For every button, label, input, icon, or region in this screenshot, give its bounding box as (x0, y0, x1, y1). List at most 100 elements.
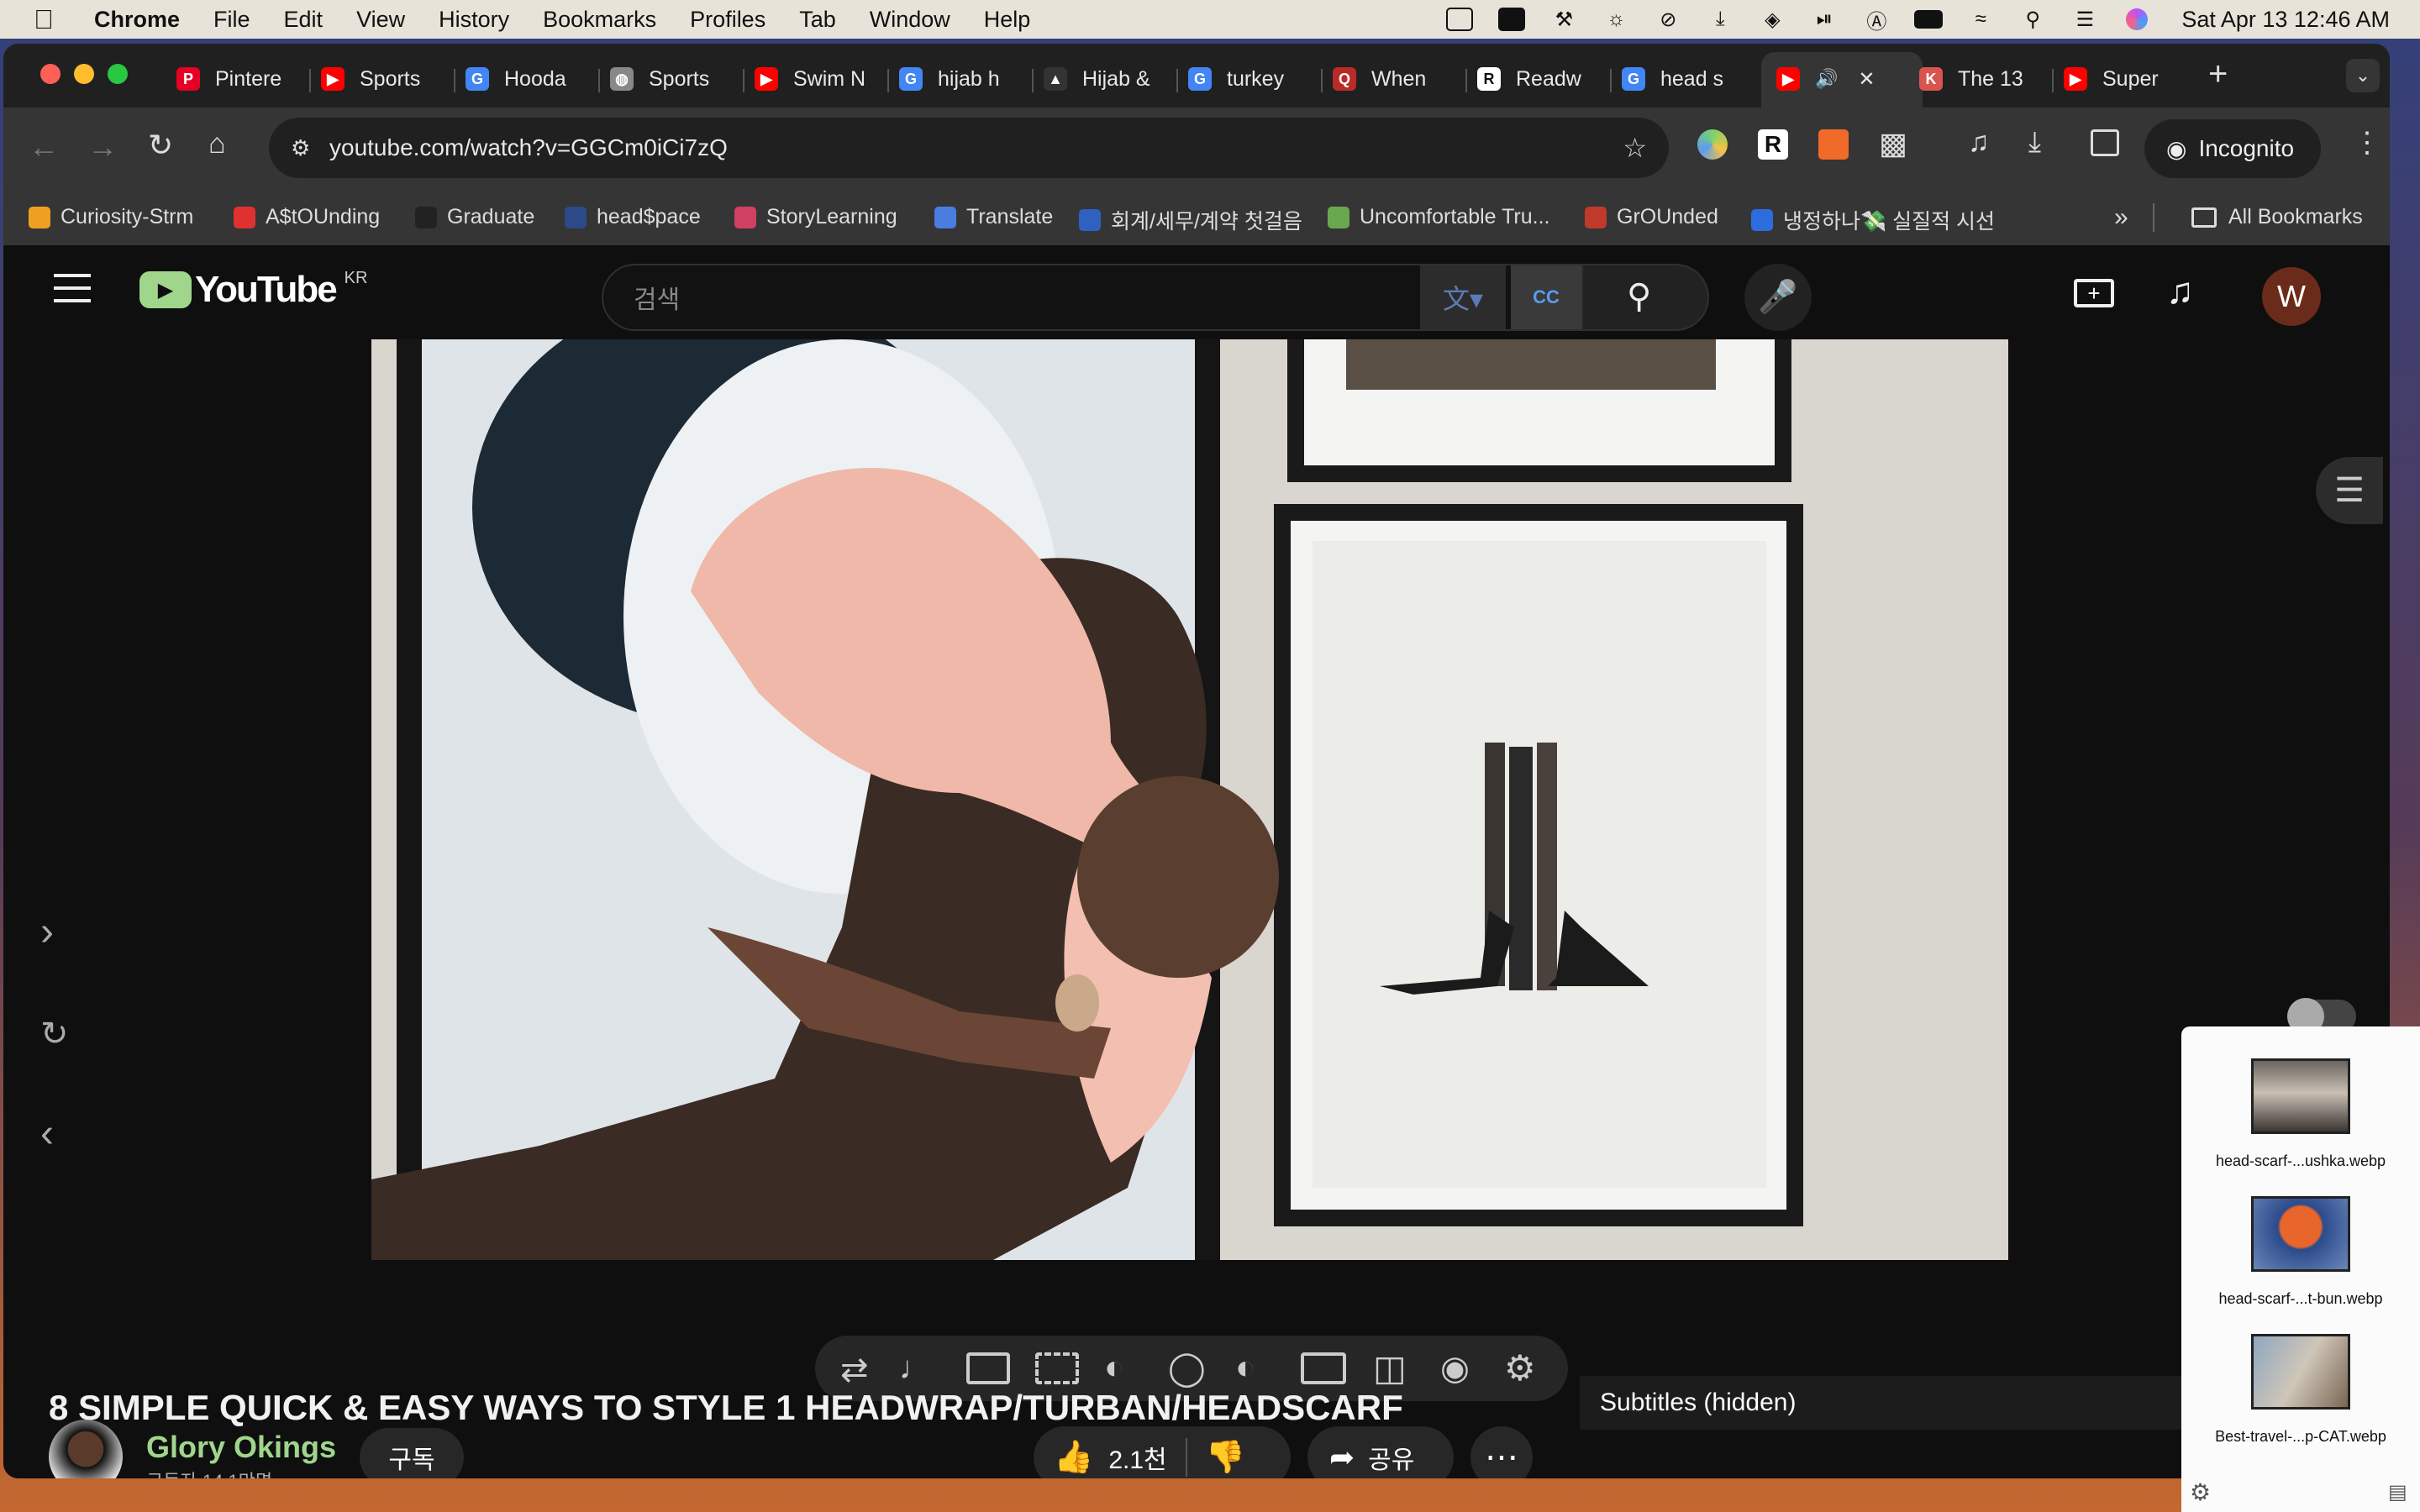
new-tab-icon[interactable]: + (2208, 55, 2228, 93)
browser-tab[interactable]: R Readw (1477, 57, 1595, 101)
download-item[interactable]: head-scarf-...t-bun.webp (2181, 1196, 2420, 1308)
settings-gear-icon[interactable]: ⚙ (1504, 1347, 1536, 1389)
menu-edit[interactable]: Edit (284, 7, 324, 33)
browser-tab[interactable]: Q When (1333, 57, 1450, 101)
bookmark-item[interactable]: head$pace (565, 205, 701, 229)
like-count[interactable]: 2.1천 (1108, 1439, 1166, 1476)
zoom-window-button[interactable] (108, 64, 128, 84)
menu-window[interactable]: Window (870, 7, 950, 33)
voice-search-icon[interactable]: 🎤 (1744, 264, 1812, 331)
chrome-menu-icon[interactable]: ⋮ (2353, 126, 2381, 160)
browser-tab[interactable]: G Hooda (466, 57, 583, 101)
chevron-right-icon[interactable]: › (40, 909, 54, 955)
media-control-icon[interactable]: ♫ (1968, 126, 1990, 159)
avatar[interactable]: W (2262, 267, 2321, 326)
all-bookmarks[interactable]: All Bookmarks (2191, 205, 2363, 229)
theater-mode-icon[interactable] (966, 1352, 1010, 1384)
screenshot-camera-icon[interactable]: ◉ (1440, 1349, 1470, 1388)
loop-icon[interactable]: ⇄ (840, 1351, 869, 1389)
forward-icon[interactable]: → (87, 129, 118, 165)
bookmark-item[interactable]: 회계/세무/계약 첫걸음 (1079, 205, 1302, 235)
address-bar[interactable]: ⚙ youtube.com/watch?v=GGCm0iCi7zQ ☆ (269, 118, 1669, 178)
refresh-icon[interactable]: ↻ (40, 1015, 69, 1053)
stack-options-gear-icon[interactable]: ⚙ (2190, 1478, 2211, 1506)
bookmark-star-icon[interactable]: ☆ (1623, 132, 1647, 164)
filter-icon[interactable]: ◐ (1104, 1349, 1124, 1387)
subtitles-status[interactable]: Subtitles (hidden) (1580, 1376, 2212, 1430)
home-icon[interactable]: ⌂ (208, 128, 226, 160)
menu-view[interactable]: View (356, 7, 405, 33)
extensions-puzzle-icon[interactable]: ▩ (1879, 126, 1907, 161)
share-button[interactable]: ➦ 공유 (1307, 1426, 1454, 1478)
play-circle-icon[interactable]: ⏯ (1810, 7, 1839, 32)
reload-icon[interactable]: ↻ (148, 128, 173, 163)
audio-boost-icon[interactable]: ♩ (899, 1351, 931, 1387)
browser-tab[interactable]: ▶ Super (2064, 57, 2181, 101)
brightness-icon[interactable]: ☼ (1602, 7, 1630, 32)
speed-icon[interactable]: ◯ (1168, 1349, 1206, 1388)
battery-icon[interactable] (1914, 7, 1944, 32)
siri-icon[interactable] (2123, 7, 2151, 32)
menu-history[interactable]: History (439, 7, 509, 33)
translate-extension-icon[interactable] (1818, 129, 1849, 160)
menubar-clock[interactable]: Sat Apr 13 12:46 AM (2181, 7, 2390, 33)
close-tab-icon[interactable]: ✕ (1858, 67, 1875, 92)
a-box-icon[interactable]: Ⓐ (1862, 7, 1891, 34)
cinema-mode-icon[interactable] (1035, 1352, 1079, 1384)
like-thumb-icon[interactable]: 👍 (1054, 1439, 1093, 1476)
readwise-extension-icon[interactable]: R (1758, 129, 1788, 160)
channel-avatar[interactable] (49, 1420, 123, 1478)
audio-playing-icon[interactable]: 🔊 (1815, 68, 1838, 90)
layers-icon[interactable]: ◈ (1758, 7, 1786, 32)
search-button[interactable]: ⚲ (1583, 264, 1709, 331)
bookmark-item[interactable]: Graduate (415, 205, 534, 229)
browser-tab[interactable]: ▲ Hijab & (1044, 57, 1161, 101)
create-video-icon[interactable]: + (2074, 279, 2114, 307)
tab-search-icon[interactable]: ⌄ (2346, 59, 2380, 92)
cc-search-icon[interactable]: CC (1511, 265, 1581, 329)
adobe-icon[interactable] (1497, 7, 1526, 32)
back-icon[interactable]: ← (29, 129, 59, 165)
control-center-icon[interactable]: ☰ (2070, 7, 2099, 32)
apple-menu-icon[interactable]:  (34, 4, 54, 35)
spotlight-icon[interactable]: ⚲ (2018, 7, 2047, 32)
bookmark-item[interactable]: StoryLearning (734, 205, 897, 229)
video-player[interactable] (371, 339, 2008, 1260)
download-icon[interactable]: ⤓ (1706, 7, 1734, 32)
download-item[interactable]: head-scarf-...ushka.webp (2181, 1058, 2420, 1170)
circle-icon[interactable]: ⊘ (1654, 7, 1682, 32)
menu-help[interactable]: Help (984, 7, 1031, 33)
browser-tab[interactable]: ▶ Sports (321, 57, 439, 101)
open-in-finder-icon[interactable]: ▤ (2388, 1480, 2407, 1504)
incognito-chip[interactable]: ◉ Incognito (2144, 119, 2321, 178)
app-menu-chrome[interactable]: Chrome (94, 7, 180, 33)
bookmark-item[interactable]: Curiosity-Strm (29, 205, 193, 229)
browser-tab[interactable]: P Pintere (176, 57, 294, 101)
site-info-icon[interactable]: ⚙ (291, 135, 310, 161)
screen-icon[interactable] (1445, 7, 1474, 32)
split-view-icon[interactable]: ◫ (1373, 1347, 1407, 1389)
input-tools-icon[interactable]: 文▾ (1420, 265, 1506, 329)
notifications-bell-icon[interactable]: ♫ (2166, 270, 2194, 312)
side-menu-icon[interactable]: ☰ (2316, 457, 2383, 524)
browser-tab[interactable]: ▶ Swim N (755, 57, 872, 101)
bookmark-item[interactable]: Translate (934, 205, 1053, 229)
chevron-left-icon[interactable]: ‹ (40, 1110, 54, 1157)
browser-tab[interactable]: K The 13 (1919, 57, 2037, 101)
minimize-window-button[interactable] (74, 64, 94, 84)
browser-tab[interactable]: Ghead s (1622, 57, 1739, 101)
youtube-logo[interactable]: ▶ YouTube KR (139, 269, 367, 311)
channel-name[interactable]: Glory Okings (146, 1430, 336, 1465)
downloads-icon[interactable]: ⤓ (2028, 126, 2041, 159)
menu-file[interactable]: File (213, 7, 250, 33)
picture-in-picture-icon[interactable] (1301, 1352, 1346, 1384)
wifi-icon[interactable]: ≈ (1966, 7, 1995, 32)
dislike-thumb-icon[interactable]: 👎 (1206, 1439, 1245, 1476)
browser-tab[interactable]: Ghijab h (899, 57, 1017, 101)
download-item[interactable]: Best-travel-...p-CAT.webp (2181, 1334, 2420, 1446)
speed-preset-icon[interactable]: ◐ (1235, 1349, 1255, 1387)
search-input[interactable]: 검색 文▾ CC (602, 264, 1583, 331)
menu-profiles[interactable]: Profiles (690, 7, 765, 33)
bookmark-item[interactable]: 냉정하나💸 실질적 시선 (1751, 205, 1995, 235)
menu-tab[interactable]: Tab (799, 7, 836, 33)
